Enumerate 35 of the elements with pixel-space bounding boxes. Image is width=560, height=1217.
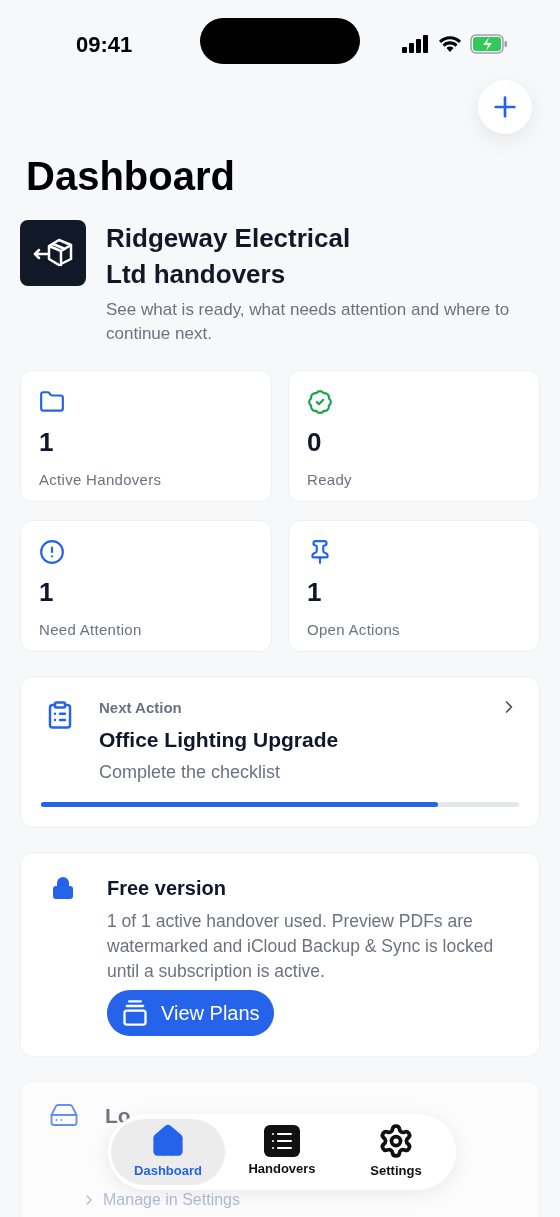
plan-description: 1 of 1 active handover used. Preview PDFs are watermarked and iCloud Backup & Sync is locked until a subscription is active. (107, 910, 495, 983)
wifi-icon (438, 35, 462, 53)
stat-card[interactable]: 1 Active Handovers (20, 370, 272, 502)
stat-label: Open Actions (307, 620, 401, 640)
tab-item[interactable]: Settings (339, 1119, 453, 1185)
stat-value: 0 (307, 427, 323, 457)
signal-icon (402, 35, 430, 53)
stat-label: Ready (307, 470, 353, 490)
next-action-subtitle: Complete the checklist (99, 761, 282, 784)
view-plans-button[interactable]: View Plans (107, 990, 274, 1036)
plan-title: Free version (107, 876, 226, 901)
stat-label: Need Attention (39, 620, 143, 640)
stat-card[interactable]: 1 Need Attention (20, 520, 272, 652)
settings-icon (378, 1123, 414, 1160)
battery-icon (470, 34, 508, 54)
status-time: 09:41 (76, 30, 133, 59)
next-action-label: Next Action (99, 698, 183, 718)
plans-icon (121, 999, 149, 1027)
stat-value: 1 (39, 427, 55, 457)
header-title: Ridgeway Electrical Ltd handovers (106, 222, 352, 291)
alert-icon (39, 539, 65, 565)
app-logo (20, 220, 86, 286)
list-icon (264, 1125, 300, 1158)
stat-label: Active Handovers (39, 470, 163, 490)
stat-card[interactable]: 1 Open Actions (288, 520, 540, 652)
check-badge-icon (307, 389, 333, 415)
header-subtitle: See what is ready, what needs attention and where to continue next. (106, 299, 511, 345)
stat-value: 1 (39, 577, 55, 607)
next-action-title: Office Lighting Upgrade (99, 726, 340, 753)
next-action-card[interactable]: Next Action Office Lighting Upgrade Complete the checklist (20, 676, 540, 828)
page-title: Dashboard (25, 153, 236, 200)
stat-value: 1 (307, 577, 323, 607)
stat-card[interactable]: 0 Ready (288, 370, 540, 502)
tab-item[interactable]: Handovers (225, 1119, 339, 1185)
folder-icon (39, 389, 65, 415)
